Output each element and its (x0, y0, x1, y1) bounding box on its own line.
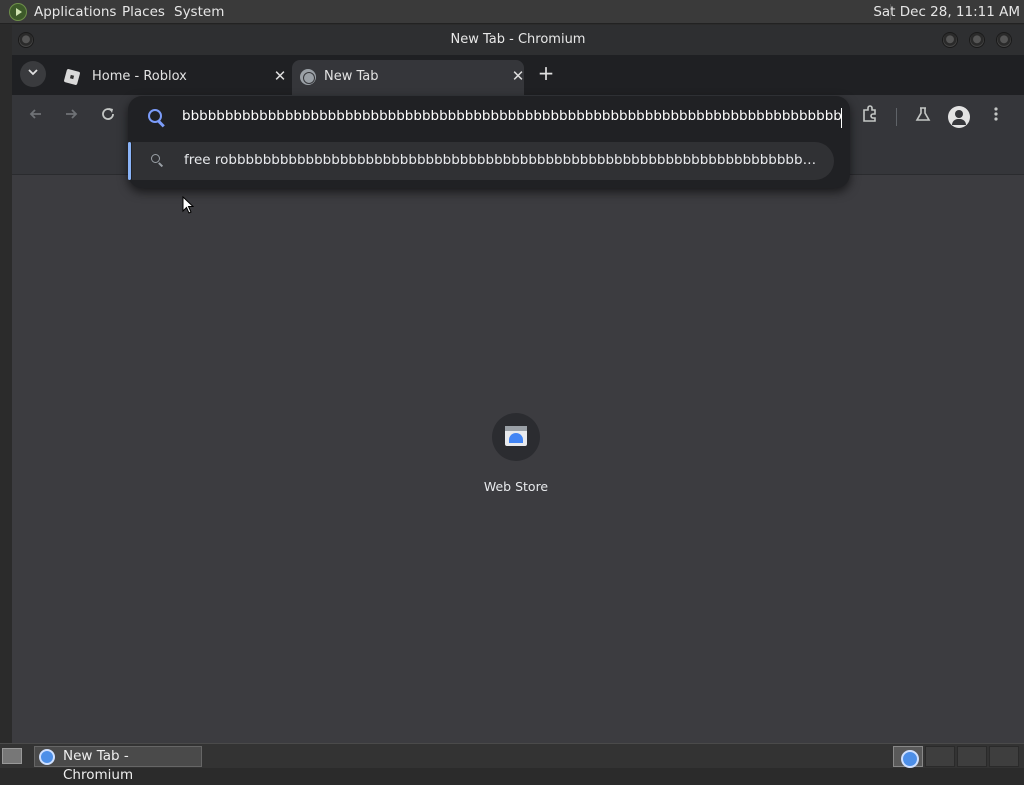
shortcut-tile[interactable] (492, 413, 540, 461)
tab-new-tab[interactable]: New Tab ✕ (292, 60, 524, 95)
reload-icon[interactable] (96, 105, 120, 129)
close-window-icon[interactable] (996, 32, 1012, 48)
tab-search-button[interactable] (20, 61, 46, 87)
address-bar-input[interactable]: bbbbbbbbbbbbbbbbbbbbbbbbbbbbbbbbbbbbbbbb… (182, 108, 842, 128)
workspace-1-chromium-icon[interactable] (893, 746, 923, 768)
system-menu[interactable]: System (174, 4, 224, 20)
search-icon (151, 154, 165, 168)
flask-icon[interactable] (911, 105, 935, 129)
shortcut-title: Web Store (483, 479, 549, 494)
workspace-2[interactable] (925, 746, 955, 767)
window-menu-icon[interactable] (18, 32, 34, 48)
taskbar-item-chromium[interactable]: New Tab - Chromium (34, 746, 202, 783)
show-desktop-icon[interactable] (2, 748, 22, 764)
selection-accent (128, 142, 131, 180)
mouse-pointer-icon (182, 196, 194, 214)
minimize-icon[interactable] (942, 32, 958, 48)
globe-favicon-icon (300, 69, 316, 85)
shortcut-web-store[interactable]: Web Store (466, 413, 566, 494)
puzzle-icon[interactable] (858, 105, 882, 129)
top-panel: Applications Places System Sat Dec 28, 1… (0, 0, 1024, 24)
arrow-left-icon[interactable] (24, 105, 48, 129)
maximize-icon[interactable] (969, 32, 985, 48)
workspace-3[interactable] (957, 746, 987, 767)
omnibox-suggestion[interactable]: free robbbbbbbbbbbbbbbbbbbbbbbbbbbbbbbbb… (128, 142, 834, 180)
workspace-4[interactable] (989, 746, 1019, 767)
chromium-icon (39, 749, 55, 765)
window-titlebar[interactable]: New Tab - Chromium (12, 25, 1024, 55)
roblox-favicon-icon (63, 68, 81, 86)
chevron-down-icon (28, 69, 38, 76)
search-icon (147, 108, 167, 128)
omnibox[interactable]: bbbbbbbbbbbbbbbbbbbbbbbbbbbbbbbbbbbbbbbb… (128, 96, 850, 140)
tab-label: New Tab (324, 69, 379, 84)
omnibox-popup: bbbbbbbbbbbbbbbbbbbbbbbbbbbbbbbbbbbbbbbb… (128, 96, 850, 188)
taskbar-item-label: New Tab - Chromium (63, 748, 134, 783)
person-icon[interactable] (948, 106, 970, 128)
new-tab-page: Web Store (12, 175, 1024, 743)
applications-menu[interactable]: Applications (34, 4, 116, 20)
window-title: New Tab - Chromium (450, 32, 586, 47)
distro-logo-icon[interactable] (9, 3, 27, 21)
places-menu[interactable]: Places (122, 4, 165, 20)
clock[interactable]: Sat Dec 28, 11:11 AM (873, 4, 1020, 20)
toolbar-separator (896, 108, 897, 126)
web-store-icon (505, 426, 527, 446)
arrow-right-icon[interactable] (59, 105, 83, 129)
suggestion-text: free robbbbbbbbbbbbbbbbbbbbbbbbbbbbbbbbb… (184, 152, 824, 168)
tab-label: Home - Roblox (92, 69, 187, 84)
new-tab-button[interactable]: + (534, 61, 558, 85)
tab-home-roblox[interactable]: Home - Roblox ✕ (56, 60, 286, 95)
close-tab-icon[interactable]: ✕ (270, 66, 290, 86)
close-tab-icon[interactable]: ✕ (508, 66, 528, 86)
bottom-panel: New Tab - Chromium (0, 743, 1024, 783)
kebab-menu-icon[interactable] (984, 105, 1008, 129)
tab-strip: Home - Roblox ✕ New Tab ✕ + (12, 55, 1024, 95)
